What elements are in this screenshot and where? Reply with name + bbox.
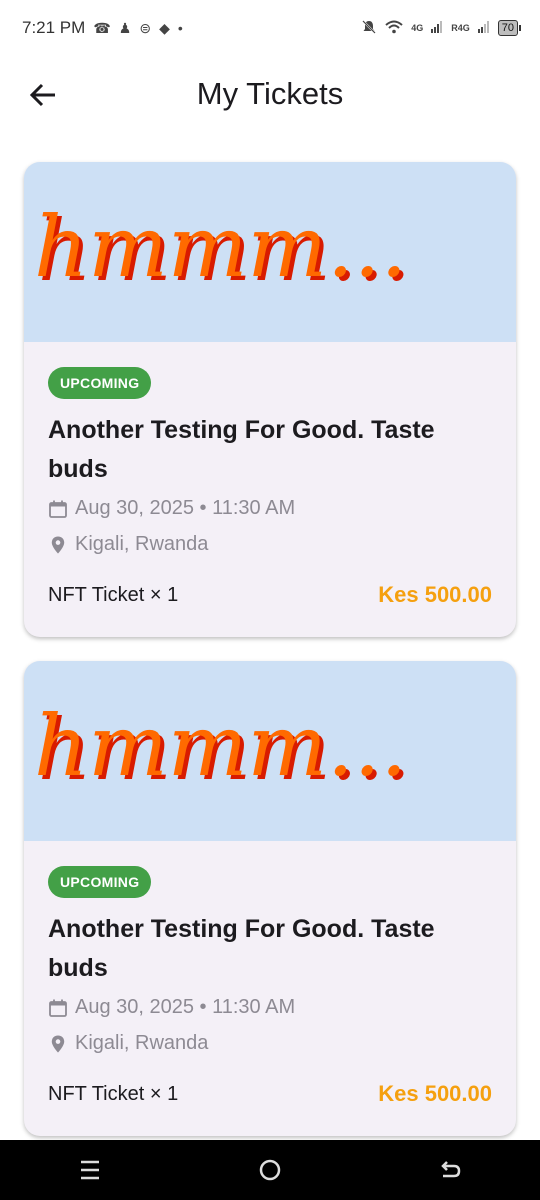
banner-artwork: hmmm... hmmm... xyxy=(34,198,411,300)
banner-text: hmmm... xyxy=(34,697,407,795)
back-arrow-icon xyxy=(441,1161,461,1178)
event-date-row: Aug 30, 2025 • 11:30 AM xyxy=(48,497,295,520)
location-pin-icon xyxy=(51,536,65,553)
recent-apps-button[interactable] xyxy=(60,1145,120,1195)
event-title: Another Testing For Good. Taste buds xyxy=(48,416,435,483)
ticket-type: NFT Ticket × 1 xyxy=(48,584,179,606)
ticket-list: hmmm... hmmm... UPCOMING Another Testing… xyxy=(24,162,516,1160)
status-right: 4G R4G 70 xyxy=(361,19,522,38)
ticket-price: Kes 500.00 xyxy=(378,582,492,607)
status-bar: 7:21 PM ☎ ♟ ⊜ ◆ • 4G R4G 70 xyxy=(0,0,540,56)
ticket-card[interactable]: hmmm... hmmm... UPCOMING Another Testing… xyxy=(24,162,516,637)
banner-text: hmmm... xyxy=(34,198,407,296)
home-button[interactable] xyxy=(240,1145,300,1195)
event-banner: hmmm... hmmm... xyxy=(24,162,516,342)
wifi-icon xyxy=(385,20,403,37)
battery-icon: 70 xyxy=(497,20,522,36)
event-location-row: Kigali, Rwanda xyxy=(48,1032,208,1055)
event-date: Aug 30, 2025 • 11:30 AM xyxy=(75,497,296,519)
person-icon: ♟ xyxy=(118,19,132,36)
ticket-price: Kes 500.00 xyxy=(378,1081,492,1106)
status-left: 7:21 PM ☎ ♟ ⊜ ◆ • xyxy=(22,18,183,38)
network-label-1: 4G xyxy=(411,22,424,33)
system-back-button[interactable] xyxy=(420,1145,480,1195)
page-title: My Tickets xyxy=(196,76,344,111)
event-banner: hmmm... hmmm... xyxy=(24,661,516,841)
calendar-icon xyxy=(49,500,67,518)
target-icon: ⊜ xyxy=(139,19,152,36)
system-nav-bar xyxy=(0,1140,540,1200)
status-time: 7:21 PM xyxy=(22,18,86,37)
menu-icon xyxy=(81,1160,99,1180)
status-badge: UPCOMING xyxy=(48,367,152,399)
circle-icon xyxy=(259,1159,281,1181)
calendar-icon xyxy=(49,999,67,1017)
event-date: Aug 30, 2025 • 11:30 AM xyxy=(75,996,296,1018)
signal-icon xyxy=(431,20,443,36)
network-label-2: R4G xyxy=(451,22,470,33)
event-location: Kigali, Rwanda xyxy=(75,533,209,555)
event-location-row: Kigali, Rwanda xyxy=(48,533,208,556)
banner-artwork: hmmm... hmmm... xyxy=(34,697,411,799)
diamond-icon: ◆ xyxy=(159,19,170,36)
status-badge: UPCOMING xyxy=(48,866,152,898)
event-location: Kigali, Rwanda xyxy=(75,1032,209,1054)
whatsapp-icon: ☎ xyxy=(93,19,111,36)
bell-off-icon xyxy=(361,19,377,38)
app-bar: My Tickets xyxy=(0,62,540,128)
ticket-type: NFT Ticket × 1 xyxy=(48,1083,179,1105)
ticket-card[interactable]: hmmm... hmmm... UPCOMING Another Testing… xyxy=(24,661,516,1136)
event-title: Another Testing For Good. Taste buds xyxy=(48,915,435,982)
signal-icon-2 xyxy=(477,20,490,36)
location-pin-icon xyxy=(51,1035,65,1052)
event-date-row: Aug 30, 2025 • 11:30 AM xyxy=(48,996,295,1019)
dot-icon: • xyxy=(177,20,183,36)
